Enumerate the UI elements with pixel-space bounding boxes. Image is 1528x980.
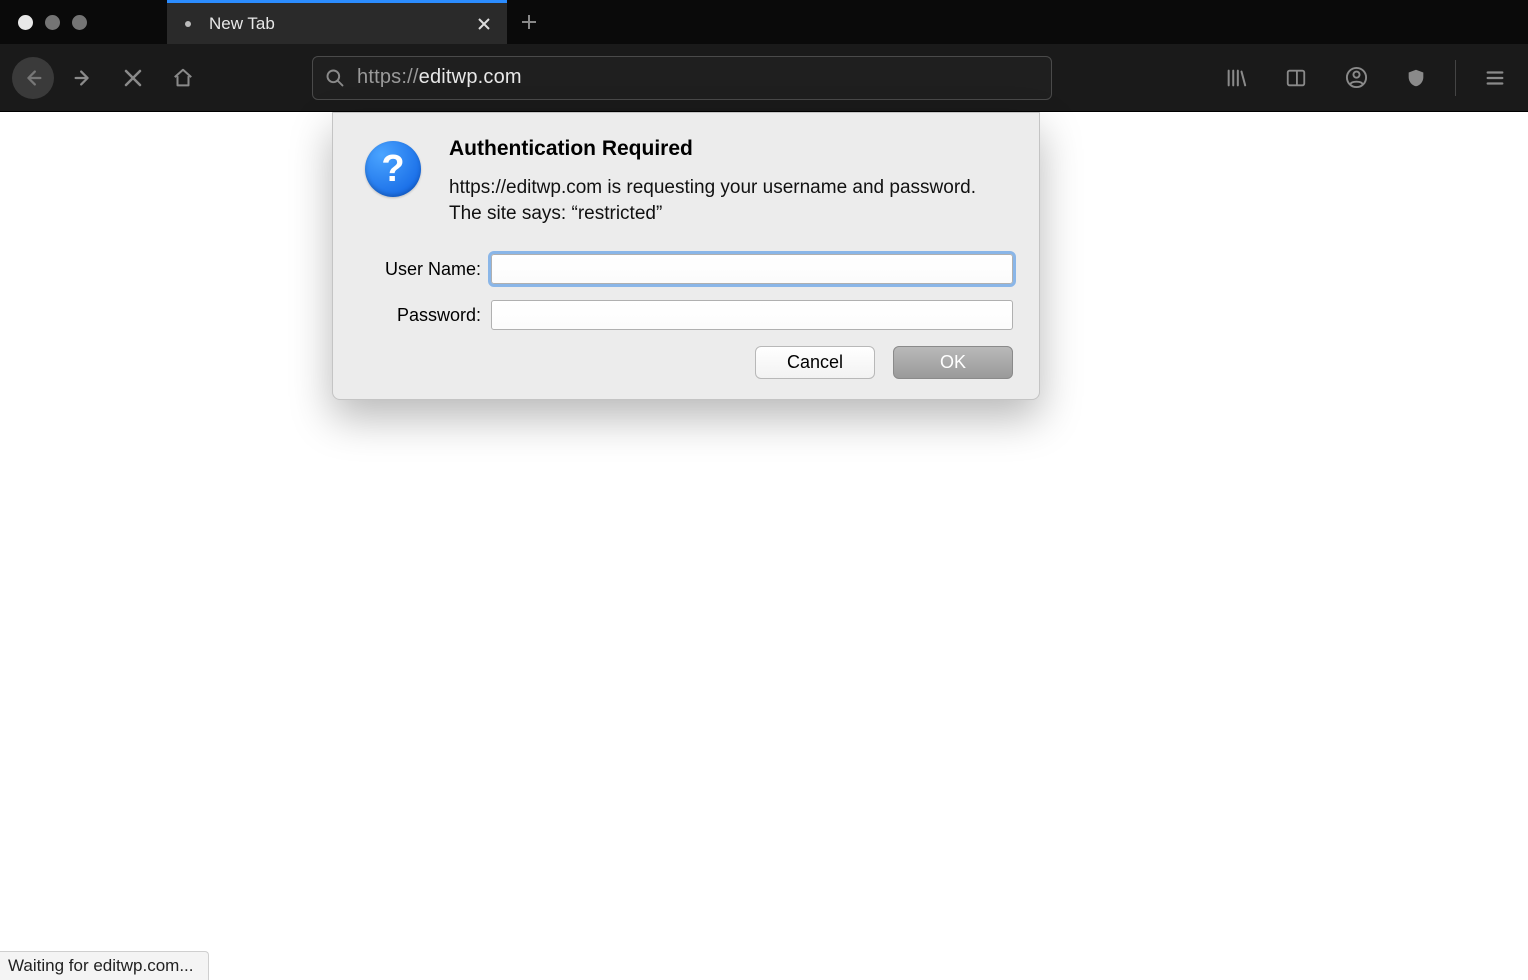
- sidebar-button[interactable]: [1275, 57, 1317, 99]
- username-input[interactable]: [491, 254, 1013, 284]
- sidebar-icon: [1285, 67, 1307, 89]
- cancel-button[interactable]: Cancel: [755, 346, 875, 379]
- hamburger-icon: [1484, 67, 1506, 89]
- auth-dialog: ? Authentication Required https://editwp…: [332, 112, 1040, 400]
- library-icon: [1225, 67, 1247, 89]
- close-icon: [123, 68, 143, 88]
- status-bar: Waiting for editwp.com...: [0, 951, 209, 980]
- dialog-title: Authentication Required: [449, 137, 1013, 161]
- password-label: Password:: [359, 305, 491, 326]
- window-minimize-button[interactable]: [45, 15, 60, 30]
- tab-title: New Tab: [209, 14, 473, 34]
- toolbar-divider: [1455, 60, 1456, 96]
- nav-home-button[interactable]: [162, 57, 204, 99]
- question-icon: ?: [365, 141, 421, 197]
- username-label: User Name:: [359, 259, 491, 280]
- protection-button[interactable]: [1395, 57, 1437, 99]
- browser-toolbar: https://editwp.com: [0, 44, 1528, 112]
- nav-forward-button[interactable]: [62, 57, 104, 99]
- toolbar-actions: [1215, 57, 1516, 99]
- password-input[interactable]: [491, 300, 1013, 330]
- shield-icon: [1405, 67, 1427, 89]
- new-tab-button[interactable]: [507, 0, 551, 44]
- library-button[interactable]: [1215, 57, 1257, 99]
- nav-back-button[interactable]: [12, 57, 54, 99]
- plus-icon: [520, 13, 538, 31]
- ok-button[interactable]: OK: [893, 346, 1013, 379]
- page-content: ? Authentication Required https://editwp…: [0, 112, 1528, 980]
- status-text: Waiting for editwp.com...: [8, 956, 194, 975]
- search-icon: [325, 68, 345, 88]
- close-icon: [477, 17, 491, 31]
- browser-tab[interactable]: New Tab: [167, 0, 507, 44]
- nav-stop-button[interactable]: [112, 57, 154, 99]
- dialog-message: https://editwp.com is requesting your us…: [449, 175, 1013, 226]
- app-menu-button[interactable]: [1474, 57, 1516, 99]
- tab-loading-indicator-icon: [185, 21, 191, 27]
- arrow-left-icon: [22, 67, 44, 89]
- window-maximize-button[interactable]: [72, 15, 87, 30]
- window-controls: [0, 15, 87, 30]
- tab-strip: New Tab: [167, 0, 551, 44]
- url-text: https://editwp.com: [357, 66, 522, 89]
- arrow-right-icon: [72, 67, 94, 89]
- account-button[interactable]: [1335, 57, 1377, 99]
- tab-close-button[interactable]: [473, 13, 495, 35]
- user-circle-icon: [1345, 66, 1368, 89]
- window-titlebar: New Tab: [0, 0, 1528, 44]
- url-bar[interactable]: https://editwp.com: [312, 56, 1052, 100]
- home-icon: [172, 67, 194, 89]
- window-close-button[interactable]: [18, 15, 33, 30]
